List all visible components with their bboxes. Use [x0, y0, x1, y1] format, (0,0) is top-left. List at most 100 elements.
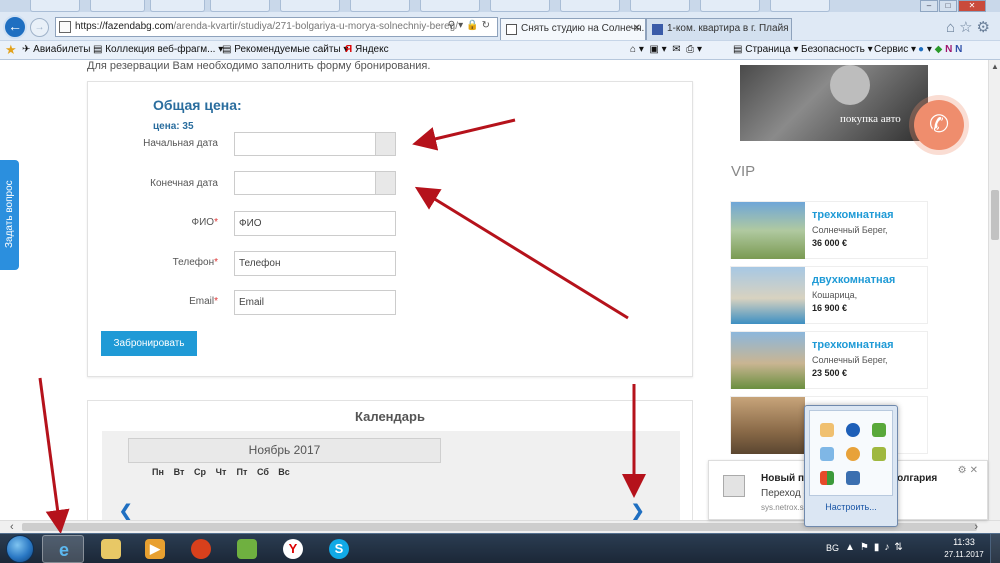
ask-question-label[interactable]: Задать вопрос: [1, 164, 18, 264]
app-tray-icon[interactable]: [820, 447, 834, 461]
close-icon[interactable]: ✕: [970, 465, 981, 476]
menu-security[interactable]: Безопасность ▾: [801, 44, 873, 55]
bluetooth-icon[interactable]: [846, 423, 860, 437]
gear-icon[interactable]: ⚙: [958, 465, 970, 476]
calendar-picker-button[interactable]: [375, 133, 395, 155]
toolbar-icons[interactable]: ⌂ ▾ ▣ ▾ ✉ ⎙ ▾: [630, 44, 702, 55]
address-actions[interactable]: ⚲▾🔒↻: [448, 20, 493, 31]
start-date-field[interactable]: [234, 132, 396, 156]
clock-time[interactable]: 11:33: [944, 537, 984, 547]
extension-icons[interactable]: ● ▾ ◆ N N: [918, 44, 962, 55]
taskbar-yandex-browser[interactable]: Y: [272, 535, 314, 563]
mail-icon[interactable]: ✉: [672, 44, 680, 55]
background-tab[interactable]: [150, 0, 205, 12]
close-window-button[interactable]: ✕: [958, 0, 986, 12]
background-tab[interactable]: [350, 0, 410, 12]
taskbar-skype[interactable]: S: [318, 535, 360, 563]
taskbar-chart-app[interactable]: [226, 535, 268, 563]
taskbar-media-player[interactable]: ▶: [134, 535, 176, 563]
background-tab[interactable]: [770, 0, 830, 12]
start-button[interactable]: [6, 535, 34, 563]
phone-call-icon[interactable]: ✆: [914, 100, 964, 150]
listing-photo[interactable]: [731, 397, 805, 454]
vip-listing-card[interactable]: трехкомнатная Солнечный Берег, 23 500 €: [730, 331, 928, 389]
listing-photo[interactable]: [731, 332, 805, 389]
listing-title[interactable]: трехкомнатная: [812, 339, 894, 351]
vip-listing-card[interactable]: двухкомнатная Кошарица, 16 900 €: [730, 266, 928, 324]
name-input[interactable]: [234, 211, 396, 236]
background-tab[interactable]: [420, 0, 480, 12]
clock-date[interactable]: 27.11.2017: [938, 550, 990, 559]
taskbar-explorer[interactable]: [90, 535, 132, 563]
favorite-avia[interactable]: ✈ Авиабилеты: [22, 44, 90, 55]
listing-photo[interactable]: [731, 267, 805, 324]
app-tray-icon[interactable]: [872, 423, 886, 437]
search-icon[interactable]: ⚲: [448, 20, 458, 31]
favorites-star-icon[interactable]: ☆: [959, 19, 976, 36]
favorites-star-icon[interactable]: ★: [5, 42, 17, 58]
listing-title[interactable]: трехкомнатная: [812, 209, 894, 221]
rss-icon[interactable]: ▣: [649, 44, 658, 55]
help-icon[interactable]: ●: [918, 44, 924, 55]
calendar-prev-icon[interactable]: ❮: [119, 501, 132, 520]
settings-gear-icon[interactable]: ⚙: [977, 19, 994, 36]
print-icon[interactable]: ⎙: [686, 44, 694, 55]
favorite-suggested-sites[interactable]: ▤ Рекомендуемые сайты ▾: [222, 44, 348, 55]
connection-icon[interactable]: ⇅: [894, 542, 907, 553]
favorite-yandex[interactable]: Я Яндекс: [345, 44, 389, 55]
phone-input[interactable]: [234, 251, 396, 276]
minimize-button[interactable]: –: [920, 0, 938, 12]
background-tab[interactable]: [630, 0, 690, 12]
home-icon[interactable]: ⌂: [630, 44, 636, 55]
close-tab-icon[interactable]: ✕: [633, 23, 641, 34]
scrollbar-thumb[interactable]: [991, 190, 999, 240]
onenote-link-icon[interactable]: N: [955, 44, 962, 55]
refresh-icon[interactable]: ↻: [482, 20, 493, 31]
app-tray-icon[interactable]: [820, 423, 834, 437]
scroll-right-arrow-icon[interactable]: ›: [974, 521, 978, 533]
forward-arrow-icon[interactable]: →: [30, 18, 49, 37]
car-purchase-banner[interactable]: [740, 65, 928, 141]
scroll-left-arrow-icon[interactable]: ‹: [10, 521, 14, 533]
tab-inactive[interactable]: 1-ком. квартира в г. Плайя де...: [646, 18, 792, 40]
app-tray-icon[interactable]: [820, 471, 834, 485]
app-tray-icon[interactable]: [846, 471, 860, 485]
vip-listing-card[interactable]: трехкомнатная Солнечный Берег, 36 000 €: [730, 201, 928, 259]
background-tab[interactable]: [210, 0, 270, 12]
dropdown-icon[interactable]: ▾: [458, 20, 466, 31]
extension-icon[interactable]: ◆: [935, 44, 943, 55]
taskbar-internet-explorer[interactable]: e: [42, 535, 84, 563]
onenote-icon[interactable]: N: [945, 44, 952, 55]
home-icon[interactable]: ⌂: [946, 19, 959, 36]
address-url[interactable]: https://fazendabg.com/arenda-kvartir/stu…: [75, 21, 458, 32]
listing-photo[interactable]: [731, 202, 805, 259]
volume-icon[interactable]: ♪: [884, 542, 894, 553]
book-button[interactable]: Забронировать: [101, 331, 197, 356]
calendar-next-icon[interactable]: ❯: [631, 501, 644, 520]
end-date-field[interactable]: [234, 171, 396, 195]
background-tab[interactable]: [700, 0, 760, 12]
background-tab[interactable]: [30, 0, 80, 12]
calendar-picker-button[interactable]: [375, 172, 395, 194]
lock-icon[interactable]: 🔒: [466, 20, 481, 31]
app-tray-icon[interactable]: [846, 447, 860, 461]
background-tab[interactable]: [90, 0, 145, 12]
email-input[interactable]: [234, 290, 396, 315]
keyboard-language[interactable]: BG: [826, 543, 839, 553]
menu-tools[interactable]: Сервис ▾: [874, 44, 916, 55]
listing-title[interactable]: двухкомнатная: [812, 274, 895, 286]
maximize-button[interactable]: □: [939, 0, 957, 12]
show-hidden-icons-icon[interactable]: ▲: [845, 542, 860, 553]
background-tab[interactable]: [490, 0, 550, 12]
tab-active[interactable]: Снять студию на Солнечн... ✕: [500, 18, 646, 40]
taskbar-video-app[interactable]: [180, 535, 222, 563]
background-tab[interactable]: [560, 0, 620, 12]
show-desktop-button[interactable]: [990, 534, 1000, 563]
back-arrow-icon[interactable]: ←: [3, 15, 27, 39]
app-tray-icon[interactable]: [872, 447, 886, 461]
background-tab[interactable]: [280, 0, 340, 12]
address-bar[interactable]: https://fazendabg.com/arenda-kvartir/stu…: [55, 17, 498, 37]
menu-page[interactable]: ▤ Страница ▾: [733, 44, 798, 55]
scroll-up-arrow-icon[interactable]: ▲: [991, 62, 999, 71]
customize-link[interactable]: Настроить...: [805, 502, 897, 512]
